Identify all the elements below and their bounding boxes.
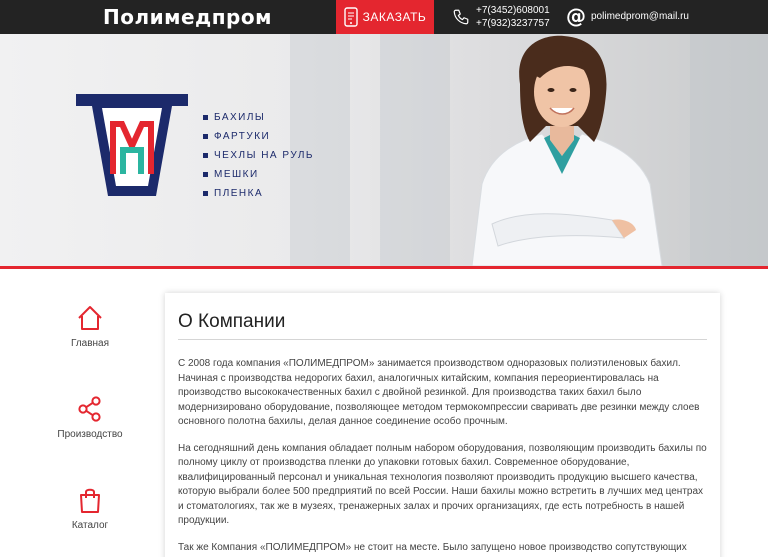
hero-menu-item[interactable]: ЧЕХЛЫ НА РУЛЬ bbox=[203, 146, 314, 165]
sidebar-item-label: Главная bbox=[70, 338, 110, 349]
phone-block: +7(3452)608001 +7(932)3237757 bbox=[452, 4, 550, 30]
about-card: О Компании С 2008 года компания «ПОЛИМЕД… bbox=[165, 293, 720, 557]
bullet-square-icon bbox=[203, 172, 208, 177]
doctor-photo bbox=[471, 35, 663, 266]
phone-number-1[interactable]: +7(3452)608001 bbox=[476, 4, 550, 17]
hero-menu-item[interactable]: МЕШКИ bbox=[203, 165, 314, 184]
share-icon bbox=[78, 396, 101, 422]
background-shelf bbox=[690, 34, 768, 266]
order-button-label: ЗАКАЗАТЬ bbox=[362, 10, 427, 24]
background-shelf bbox=[380, 34, 450, 266]
hero-menu-label: МЕШКИ bbox=[214, 169, 259, 180]
hero-product-menu: БАХИЛЫ ФАРТУКИ ЧЕХЛЫ НА РУЛЬ МЕШКИ ПЛЕНК… bbox=[203, 108, 314, 203]
sidebar-item-home[interactable]: Главная bbox=[40, 304, 140, 349]
company-logo[interactable] bbox=[76, 94, 188, 196]
hero-menu-label: ПЛЕНКА bbox=[214, 188, 264, 199]
order-button[interactable]: ЗАКАЗАТЬ bbox=[336, 0, 434, 34]
hero-menu-label: БАХИЛЫ bbox=[214, 112, 266, 123]
bullet-square-icon bbox=[203, 134, 208, 139]
home-icon bbox=[78, 306, 102, 330]
brand-logo-text[interactable]: Полимедпром bbox=[103, 5, 272, 29]
content-paragraph: На сегодняшний день компания обладает по… bbox=[178, 442, 707, 527]
hero-divider-line bbox=[0, 266, 768, 269]
top-bar: Полимедпром ЗАКАЗАТЬ +7(3452)608001 +7(9… bbox=[0, 0, 768, 34]
shopping-bag-icon bbox=[80, 488, 100, 513]
bullet-square-icon bbox=[203, 191, 208, 196]
sidebar-item-label: Каталог bbox=[71, 520, 109, 531]
phone-icon bbox=[453, 9, 469, 25]
content-paragraph: Так же Компания «ПОЛИМЕДПРОМ» не стоит н… bbox=[178, 541, 687, 557]
mobile-phone-icon bbox=[343, 7, 358, 27]
bullet-square-icon bbox=[203, 153, 208, 158]
hero-menu-item[interactable]: БАХИЛЫ bbox=[203, 108, 314, 127]
sidebar-item-catalog[interactable]: Каталог bbox=[40, 486, 140, 531]
at-sign-icon: @ bbox=[566, 4, 586, 28]
bullet-square-icon bbox=[203, 115, 208, 120]
email-block[interactable]: @ polimedprom@mail.ru bbox=[566, 5, 689, 27]
hero-menu-item[interactable]: ФАРТУКИ bbox=[203, 127, 314, 146]
email-address[interactable]: polimedprom@mail.ru bbox=[591, 11, 689, 22]
hero-menu-label: ФАРТУКИ bbox=[214, 131, 271, 142]
page-title: О Компании bbox=[178, 293, 707, 340]
phone-number-2[interactable]: +7(932)3237757 bbox=[476, 17, 550, 30]
hero-menu-label: ЧЕХЛЫ НА РУЛЬ bbox=[214, 150, 314, 161]
content-paragraph: С 2008 года компания «ПОЛИМЕДПРОМ» заним… bbox=[178, 358, 700, 427]
sidebar-item-production[interactable]: Производство bbox=[40, 395, 140, 440]
hero-banner: БАХИЛЫ ФАРТУКИ ЧЕХЛЫ НА РУЛЬ МЕШКИ ПЛЕНК… bbox=[0, 34, 768, 266]
hero-menu-item[interactable]: ПЛЕНКА bbox=[203, 184, 314, 203]
sidebar-item-label: Производство bbox=[57, 429, 123, 440]
